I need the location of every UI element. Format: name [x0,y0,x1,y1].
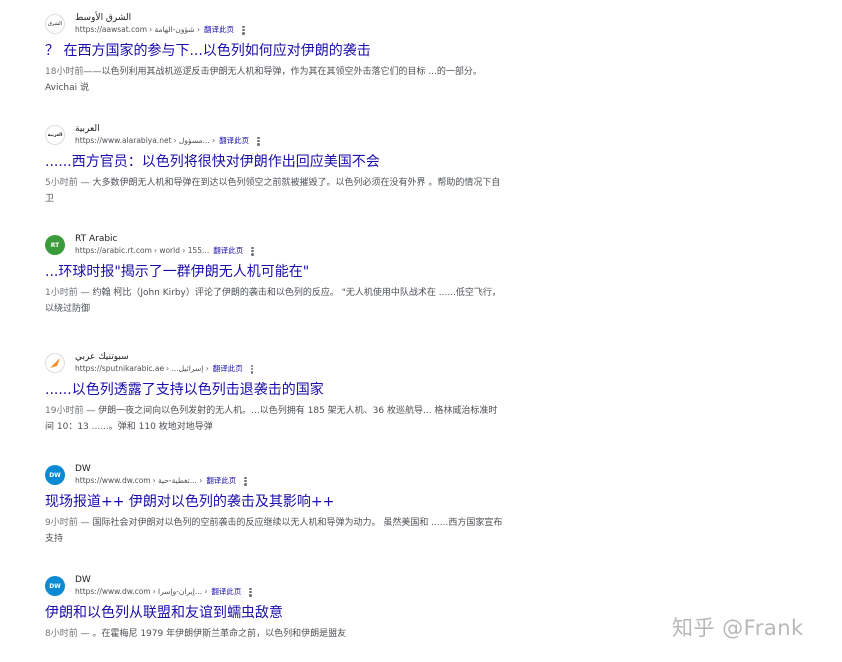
more-options-icon[interactable] [251,246,254,256]
snippet-text: — 国际社会对伊朗对以色列的空前袭击的反应继续以无人机和导弹为动力。 虽然美国和… [45,518,503,544]
result-path: › تغطية-حية... › [152,476,203,485]
result-source[interactable]: RT RT Arabic https://arabic.rt.com › wor… [45,231,525,259]
result-title-link[interactable]: 现场报道++ 伊朗对以色列的袭击及其影响++ [45,492,525,512]
search-result: DW DW https://www.dw.com › تغطية-حية... … [45,461,525,547]
snippet-text: — 大多数伊朗无人机和导弹在到达以色列领空之前就被摧毁了。以色列必须在没有外界 … [45,178,501,204]
result-source[interactable]: DW DW https://www.dw.com › إيران-وإسرا..… [45,572,525,600]
favicon-text: DW [49,471,61,479]
more-options-icon[interactable] [249,587,252,597]
site-name: سبوتنيك عربي [75,352,129,362]
favicon-text: DW [49,582,61,590]
result-path: › ...إسرائيل › [166,364,209,373]
result-url: https://www.alarabiya.net [75,136,172,145]
dw-logo-icon: DW [45,576,65,596]
search-result: RT RT Arabic https://arabic.rt.com › wor… [45,231,525,317]
result-title-link[interactable]: ......以色列透露了支持以色列击退袭击的国家 [45,380,525,400]
more-options-icon[interactable] [250,364,254,374]
site-name: العربية [75,124,100,134]
site-name: DW [75,464,91,474]
result-title-link[interactable]: ？ 在西方国家的参与下...以色列如何应对伊朗的袭击 [45,41,525,61]
dw-logo-icon: DW [45,465,65,485]
zhihu-watermark: 知乎 @Frank [672,616,804,640]
result-snippet: 19小时前 — 伊朗一夜之间向以色列发射的无人机。...以色列拥有 185 架无… [45,403,505,435]
site-favicon-icon: الشرق [45,14,65,34]
result-url: https://www.dw.com [75,476,151,485]
result-age: 18小时前 [45,67,84,77]
search-result: العربية العربية https://www.alarabiya.ne… [45,121,525,207]
sputnik-arrow-icon [50,358,60,368]
more-options-icon[interactable] [257,136,260,146]
result-url: https://aawsat.com [75,25,148,34]
translate-page-link[interactable]: 翻译此页 [213,245,243,257]
rt-logo-icon: RT [45,235,65,255]
result-url: https://arabic.rt.com [75,246,152,255]
site-name: DW [75,575,91,585]
sputnik-logo-icon [45,353,65,373]
result-snippet: 5小时前 — 大多数伊朗无人机和导弹在到达以色列领空之前就被摧毁了。以色列必须在… [45,175,505,207]
result-snippet: 1小时前 — 约翰 柯比（John Kirby）评论了伊朗的袭击和以色列的反应。… [45,285,505,317]
result-path: › world › 155... [153,246,210,255]
result-path: › شؤون-الهامة › [149,25,200,34]
result-age: 5小时前 [45,178,78,188]
search-result: DW DW https://www.dw.com › إيران-وإسرا..… [45,572,525,642]
result-source[interactable]: العربية العربية https://www.alarabiya.ne… [45,121,525,149]
result-title-link[interactable]: 伊朗和以色列从联盟和友谊到蠕虫敌意 [45,603,525,623]
search-result: الشرق الشرق الأوسط https://aawsat.com › … [45,10,525,96]
result-source[interactable]: سبوتنيك عربي https://sputnikarabic.ae › … [45,349,525,377]
favicon-text: RT [50,241,60,249]
translate-page-link[interactable]: 翻译此页 [206,475,236,487]
snippet-text: — 约翰 柯比（John Kirby）评论了伊朗的袭击和以色列的反应。 "无人机… [45,288,501,314]
result-path: › مسؤول... › [173,136,216,145]
translate-page-link[interactable]: 翻译此页 [204,24,234,36]
translate-page-link[interactable]: 翻译此页 [211,586,241,598]
snippet-text: — 。在霍梅尼 1979 年伊朗伊斯兰革命之前，以色列和伊朗是盟友 [77,629,347,639]
result-snippet: 9小时前 — 国际社会对伊朗对以色列的空前袭击的反应继续以无人机和导弹为动力。 … [45,515,505,547]
result-snippet: 18小时前——以色列利用其战机巡逻反击伊朗无人机和导弹，作为其在其领空外击落它们… [45,64,505,96]
search-result: سبوتنيك عربي https://sputnikarabic.ae › … [45,349,525,435]
favicon-text: العربية [47,132,63,138]
snippet-text: ——以色列利用其战机巡逻反击伊朗无人机和导弹，作为其在其领空外击落它们的目标 .… [45,67,482,93]
site-name: RT Arabic [75,234,118,244]
result-snippet: 8小时前 — 。在霍梅尼 1979 年伊朗伊斯兰革命之前，以色列和伊朗是盟友 [45,626,505,642]
translate-page-link[interactable]: 翻译此页 [213,363,243,375]
result-age: 9小时前 [45,518,78,528]
result-title-link[interactable]: ......西方官员：以色列将很快对伊朗作出回应美国不会 [45,152,525,172]
result-age: 19小时前 [45,406,84,416]
favicon-text: الشرق [47,21,62,27]
result-title-link[interactable]: ...环球时报"揭示了一群伊朗无人机可能在" [45,262,525,282]
more-options-icon[interactable] [242,25,245,35]
more-options-icon[interactable] [244,476,247,486]
snippet-text: — 伊朗一夜之间向以色列发射的无人机。...以色列拥有 185 架无人机、36 … [45,406,498,432]
translate-page-link[interactable]: 翻译此页 [219,135,249,147]
result-url: https://www.dw.com [75,587,151,596]
result-age: 1小时前 [45,288,78,298]
result-source[interactable]: DW DW https://www.dw.com › تغطية-حية... … [45,461,525,489]
result-path: › إيران-وإسرا... › [152,587,208,596]
result-age: 8小时前 [45,629,78,639]
site-name: الشرق الأوسط [75,13,132,23]
site-favicon-icon: العربية [45,125,65,145]
result-source[interactable]: الشرق الشرق الأوسط https://aawsat.com › … [45,10,525,38]
result-url: https://sputnikarabic.ae [75,364,165,373]
